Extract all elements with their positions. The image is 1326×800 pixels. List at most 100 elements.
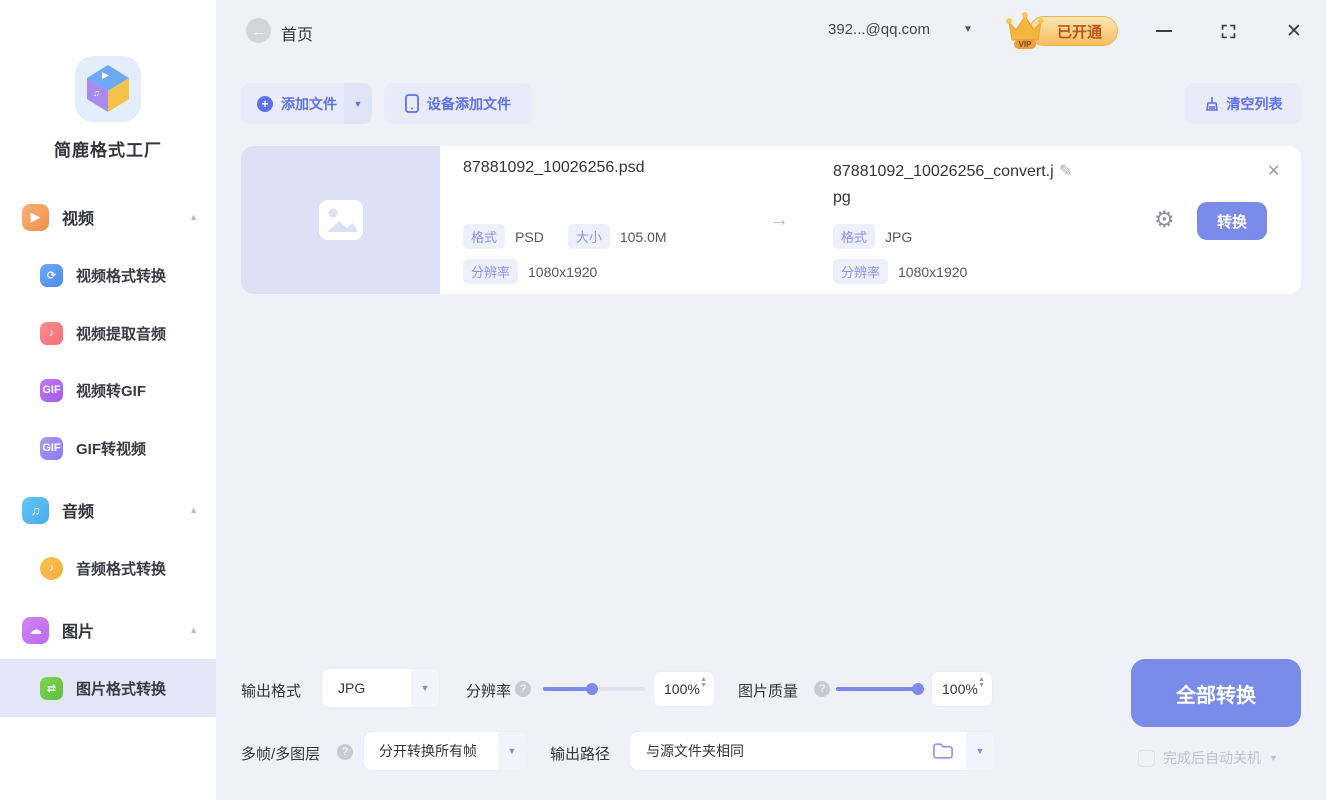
sidebar-item-label: 视频转GIF xyxy=(76,380,146,401)
shutdown-checkbox-row[interactable]: 完成后自动关机 ▼ xyxy=(1138,748,1278,768)
arrow-right-icon: → xyxy=(769,209,789,232)
resolution-badge: 分辨率 xyxy=(463,259,518,284)
multiframe-help-icon[interactable]: ? xyxy=(337,744,353,760)
resolution-slider-thumb[interactable] xyxy=(586,683,598,695)
folder-icon[interactable] xyxy=(932,741,954,761)
shutdown-label: 完成后自动关机 xyxy=(1163,748,1261,768)
resolution-spinner[interactable]: 100% ▲▼ xyxy=(653,671,715,707)
quality-slider-thumb[interactable] xyxy=(912,683,924,695)
gif-icon: GIF xyxy=(40,379,63,402)
resolution-value: 100% xyxy=(664,681,700,697)
output-format-value: JPG xyxy=(338,680,365,696)
convert-all-button[interactable]: 全部转换 xyxy=(1131,659,1301,727)
close-button[interactable]: ✕ xyxy=(1280,18,1308,44)
video-convert-icon: ⟳ xyxy=(40,264,63,287)
output-format-select[interactable]: JPG ▼ xyxy=(321,668,440,708)
quality-slider[interactable] xyxy=(836,687,922,691)
stepper-arrows-icon[interactable]: ▲▼ xyxy=(700,677,707,688)
sidebar-item-label: 音频格式转换 xyxy=(76,558,166,579)
sidebar-section-image[interactable]: ☁ 图片 ▲ xyxy=(0,601,216,659)
sidebar-item-video-to-gif[interactable]: GIF 视频转GIF xyxy=(0,361,216,419)
add-file-button[interactable]: + 添加文件 ▼ xyxy=(241,83,372,124)
multiframe-label: 多帧/多图层 xyxy=(241,743,320,764)
sidebar-item-label: 图片格式转换 xyxy=(76,678,166,699)
back-arrow-icon: ← xyxy=(252,23,266,39)
source-resolution-row: 分辨率 1080x1920 xyxy=(463,259,597,284)
output-format-label: 输出格式 xyxy=(241,680,301,701)
add-from-device-button[interactable]: 设备添加文件 xyxy=(384,83,532,124)
resolution-badge: 分辨率 xyxy=(833,259,888,284)
sidebar-item-extract-audio[interactable]: ♪ 视频提取音频 xyxy=(0,304,216,362)
minimize-button[interactable] xyxy=(1150,18,1178,44)
sidebar-item-image-convert[interactable]: ⇄ 图片格式转换 xyxy=(0,659,216,717)
multiframe-select[interactable]: 分开转换所有帧 ▼ xyxy=(363,731,527,771)
chevron-up-icon[interactable]: ▲ xyxy=(189,212,198,222)
sidebar-item-label: GIF转视频 xyxy=(76,438,146,459)
clear-list-label: 清空列表 xyxy=(1227,94,1283,114)
sidebar-section-label: 图片 xyxy=(62,618,94,642)
convert-button[interactable]: 转换 xyxy=(1197,202,1267,240)
page-title[interactable]: 首页 xyxy=(281,21,313,45)
sidebar-item-audio-convert[interactable]: ♪ 音频格式转换 xyxy=(0,539,216,597)
remove-file-icon[interactable]: ✕ xyxy=(1267,161,1280,181)
stepper-arrows-icon[interactable]: ▲▼ xyxy=(978,677,985,688)
vip-badge[interactable]: 已开通 VIP xyxy=(1003,10,1118,52)
quality-value: 100% xyxy=(942,681,978,697)
sidebar: ▶ ♫ 简鹿格式工厂 ▶ 视频 ▲ ⟳ 视频格式转换 ♪ 视频提取音频 GIF … xyxy=(0,0,216,800)
account-chevron-down-icon[interactable]: ▼ xyxy=(963,24,973,35)
quality-help-icon[interactable]: ? xyxy=(814,681,830,697)
output-resolution-row: 分辨率 1080x1920 xyxy=(833,259,967,284)
app-logo-icon: ▶ ♫ xyxy=(75,56,141,122)
sidebar-section-video[interactable]: ▶ 视频 ▲ xyxy=(0,188,216,246)
vip-status-label: 已开通 xyxy=(1057,21,1102,42)
output-path-field[interactable]: 与源文件夹相同 ▼ xyxy=(629,731,995,771)
video-icon: ▶ xyxy=(22,204,49,231)
gear-icon[interactable]: ⚙ xyxy=(1154,208,1175,231)
add-file-dropdown[interactable]: ▼ xyxy=(344,83,372,124)
account-email[interactable]: 392...@qq.com xyxy=(828,21,978,38)
format-value: PSD xyxy=(515,229,544,245)
output-path-value: 与源文件夹相同 xyxy=(646,741,744,761)
chevron-down-icon[interactable]: ▼ xyxy=(966,732,994,770)
quality-slider-fill xyxy=(836,687,922,691)
resolution-help-icon[interactable]: ? xyxy=(515,681,531,697)
image-convert-icon: ⇄ xyxy=(40,677,63,700)
resolution-value: 1080x1920 xyxy=(898,264,967,280)
resolution-slider[interactable] xyxy=(543,687,645,691)
resolution-slider-fill xyxy=(543,687,592,691)
resolution-slider-label: 分辨率 xyxy=(466,680,511,701)
logo-video-glyph: ▶ xyxy=(102,70,109,81)
output-filename: 87881092_10026256_convert.jpg xyxy=(833,159,1055,211)
chevron-up-icon[interactable]: ▲ xyxy=(189,505,198,515)
size-badge: 大小 xyxy=(568,224,610,249)
size-value: 105.0M xyxy=(620,229,667,245)
quality-spinner[interactable]: 100% ▲▼ xyxy=(931,671,993,707)
sidebar-section-audio[interactable]: ♫ 音频 ▲ xyxy=(0,481,216,539)
app-name: 简鹿格式工厂 xyxy=(54,136,162,161)
plus-icon: + xyxy=(257,96,273,112)
broom-icon xyxy=(1204,96,1220,112)
chevron-down-icon: ▼ xyxy=(411,669,439,707)
add-file-label: 添加文件 xyxy=(281,94,337,114)
source-meta-row: 格式 PSD 大小 105.0M xyxy=(463,224,667,249)
add-from-device-label: 设备添加文件 xyxy=(427,94,511,114)
file-thumbnail xyxy=(241,146,440,294)
chevron-down-icon[interactable]: ▼ xyxy=(1269,753,1278,763)
shutdown-checkbox[interactable] xyxy=(1138,750,1155,767)
vip-tag-text: VIP xyxy=(1019,40,1033,49)
maximize-icon xyxy=(1220,23,1237,40)
image-icon: ☁ xyxy=(22,617,49,644)
edit-filename-icon[interactable]: ✎ xyxy=(1059,161,1072,181)
clear-list-button[interactable]: 清空列表 xyxy=(1185,83,1301,124)
sidebar-item-label: 视频格式转换 xyxy=(76,265,166,286)
back-button[interactable]: ← xyxy=(246,18,271,43)
file-row: 87881092_10026256.psd 格式 PSD 大小 105.0M 分… xyxy=(241,146,1301,294)
close-icon: ✕ xyxy=(1286,20,1302,43)
logo-music-glyph: ♫ xyxy=(93,88,100,98)
music-note-icon: ♪ xyxy=(40,322,63,345)
maximize-button[interactable] xyxy=(1214,18,1242,44)
sidebar-item-gif-to-video[interactable]: GIF GIF转视频 xyxy=(0,419,216,477)
sidebar-item-video-convert[interactable]: ⟳ 视频格式转换 xyxy=(0,246,216,304)
chevron-up-icon[interactable]: ▲ xyxy=(189,625,198,635)
audio-icon: ♫ xyxy=(22,497,49,524)
